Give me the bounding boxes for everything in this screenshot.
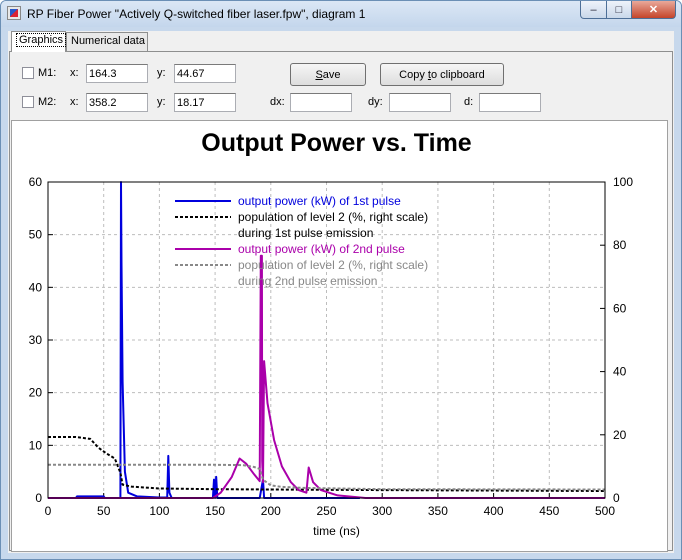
y-tick-label: 0 [35, 491, 42, 505]
window-title: RP Fiber Power "Actively Q-switched fibe… [27, 7, 366, 21]
y-tick-label: 30 [29, 333, 43, 347]
plot-area[interactable]: Output Power vs. Time 0 50 100 150 200 250 300 3… [11, 120, 668, 552]
minimize-button[interactable]: ‒ [580, 1, 607, 19]
copy-button-label-post: o clipboard [430, 68, 485, 81]
m1-y-label: y: [157, 67, 166, 79]
x-tick-label: 150 [205, 504, 225, 518]
m2-x-label: x: [70, 96, 79, 108]
maximize-button[interactable]: □ [606, 1, 632, 19]
output-power-chart: Output Power vs. Time0 50 100 150 200 250 300 3… [29, 129, 634, 538]
dx-input[interactable] [290, 93, 352, 112]
y2-tick-label: 60 [613, 301, 627, 315]
tab-graphics[interactable]: Graphics [11, 31, 67, 52]
m2-x-input[interactable] [86, 93, 148, 112]
m1-x-input[interactable] [86, 64, 148, 83]
copy-to-clipboard-button[interactable]: Copy to clipboard [380, 63, 504, 86]
x-axis-label: time (ns) [313, 524, 360, 538]
app-window: RP Fiber Power "Actively Q-switched fibe… [0, 0, 682, 560]
legend-label-3: output power (kW) of 2nd pulse [238, 242, 405, 256]
close-button[interactable]: ✕ [631, 1, 676, 19]
y-tick-label: 60 [29, 175, 43, 189]
title-bar[interactable]: RP Fiber Power "Actively Q-switched fibe… [1, 1, 681, 27]
m1-y-input[interactable] [174, 64, 236, 83]
y-tick-label: 40 [29, 280, 43, 294]
x-tick-label: 400 [484, 504, 504, 518]
x-tick-label: 100 [149, 504, 169, 518]
d-input[interactable] [479, 93, 541, 112]
legend-label-2-line2: during 1st pulse emission [238, 226, 373, 240]
dx-label: dx: [270, 96, 285, 108]
close-icon: ✕ [648, 4, 659, 16]
tab-graphics-label: Graphics [16, 33, 67, 47]
minimize-icon: ‒ [590, 3, 597, 16]
m2-label: M2: [38, 96, 57, 108]
dy-label: dy: [368, 96, 383, 108]
y2-tick-label: 80 [613, 238, 627, 252]
x-tick-label: 250 [316, 504, 336, 518]
x-tick-label: 300 [372, 504, 392, 518]
save-button-label-post: ave [322, 68, 341, 81]
legend-label-1: output power (kW) of 1st pulse [238, 194, 401, 208]
x-tick-label: 350 [428, 504, 448, 518]
tab-numerical-data-label: Numerical data [71, 35, 145, 47]
legend-label-4-line2: during 2nd pulse emission [238, 274, 377, 288]
maximize-icon: □ [615, 3, 623, 16]
y2-tick-label: 100 [613, 175, 633, 189]
m1-checkbox[interactable] [22, 67, 34, 79]
save-button-label-accel: S [315, 68, 323, 81]
m2-checkbox[interactable] [22, 96, 34, 108]
y-tick-label: 50 [29, 228, 43, 242]
y2-tick-label: 0 [613, 491, 620, 505]
client-area: Graphics Numerical data M1: x: y: M2: x:… [8, 31, 674, 553]
x-tick-label: 500 [595, 504, 615, 518]
m1-label: M1: [38, 67, 57, 79]
copy-button-label-pre: Copy [399, 68, 428, 81]
legend-label-2: population of level 2 (%, right scale) [238, 210, 428, 224]
y-tick-label: 20 [29, 386, 43, 400]
y2-tick-label: 40 [613, 365, 627, 379]
y-tick-label: 10 [29, 438, 43, 452]
x-tick-label: 0 [45, 504, 52, 518]
save-button[interactable]: Save [290, 63, 366, 86]
d-label: d: [464, 96, 474, 108]
app-icon [7, 6, 21, 20]
dy-input[interactable] [389, 93, 451, 112]
x-tick-label: 450 [539, 504, 559, 518]
chart-title: Output Power vs. Time [201, 129, 472, 157]
m2-y-input[interactable] [174, 93, 236, 112]
y2-tick-label: 20 [613, 428, 627, 442]
m2-y-label: y: [157, 96, 166, 108]
tab-numerical-data[interactable]: Numerical data [66, 32, 148, 51]
m1-x-label: x: [70, 67, 79, 79]
legend-label-4: population of level 2 (%, right scale) [238, 258, 428, 272]
x-tick-label: 50 [97, 504, 111, 518]
x-tick-label: 200 [261, 504, 281, 518]
